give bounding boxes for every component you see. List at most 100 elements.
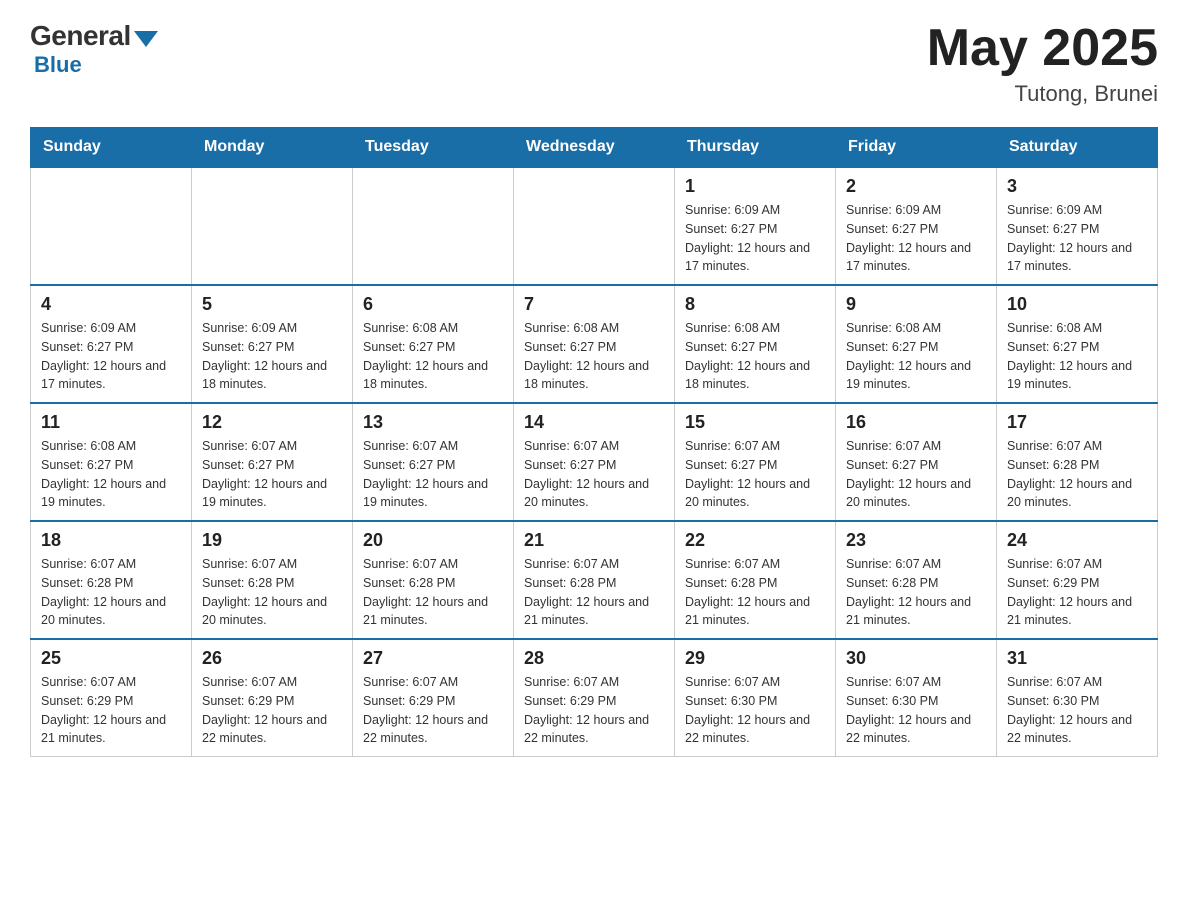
day-info: Sunrise: 6:08 AMSunset: 6:27 PMDaylight:… xyxy=(685,319,825,394)
day-info: Sunrise: 6:07 AMSunset: 6:27 PMDaylight:… xyxy=(524,437,664,512)
calendar-cell-5-1: 25 Sunrise: 6:07 AMSunset: 6:29 PMDayligh… xyxy=(31,639,192,757)
day-info: Sunrise: 6:07 AMSunset: 6:29 PMDaylight:… xyxy=(41,673,181,748)
day-info: Sunrise: 6:07 AMSunset: 6:29 PMDaylight:… xyxy=(1007,555,1147,630)
day-number: 13 xyxy=(363,412,503,433)
day-number: 17 xyxy=(1007,412,1147,433)
location-text: Tutong, Brunei xyxy=(927,81,1158,107)
calendar-cell-1-7: 3Sunrise: 6:09 AMSunset: 6:27 PMDaylight… xyxy=(997,167,1158,285)
calendar-cell-3-7: 17 Sunrise: 6:07 AMSunset: 6:28 PMDayligh… xyxy=(997,403,1158,521)
calendar-cell-1-3 xyxy=(353,167,514,285)
logo-blue-text: Blue xyxy=(34,52,82,78)
day-number: 3 xyxy=(1007,176,1147,197)
calendar-cell-2-1: 4 Sunrise: 6:09 AMSunset: 6:27 PMDaylight… xyxy=(31,285,192,403)
day-number: 2 xyxy=(846,176,986,197)
page-header: General Blue May 2025 Tutong, Brunei xyxy=(30,20,1158,107)
day-info: Sunrise: 6:07 AMSunset: 6:30 PMDaylight:… xyxy=(1007,673,1147,748)
day-info: Sunrise: 6:07 AMSunset: 6:29 PMDaylight:… xyxy=(524,673,664,748)
day-info: Sunrise: 6:09 AMSunset: 6:27 PMDaylight:… xyxy=(846,201,986,276)
calendar-cell-2-6: 9Sunrise: 6:08 AMSunset: 6:27 PMDaylight… xyxy=(836,285,997,403)
day-info: Sunrise: 6:09 AMSunset: 6:27 PMDaylight:… xyxy=(202,319,342,394)
weekday-header-monday: Monday xyxy=(192,128,353,168)
weekday-header-tuesday: Tuesday xyxy=(353,128,514,168)
calendar-week-row-1: 1 Sunrise: 6:09 AMSunset: 6:27 PMDaylight… xyxy=(31,167,1158,285)
weekday-header-saturday: Saturday xyxy=(997,128,1158,168)
calendar-cell-2-3: 6 Sunrise: 6:08 AMSunset: 6:27 PMDaylight… xyxy=(353,285,514,403)
day-number: 24 xyxy=(1007,530,1147,551)
calendar-cell-4-6: 23Sunrise: 6:07 AMSunset: 6:28 PMDayligh… xyxy=(836,521,997,639)
calendar-cell-5-2: 26 Sunrise: 6:07 AMSunset: 6:29 PMDayligh… xyxy=(192,639,353,757)
calendar-cell-3-1: 11 Sunrise: 6:08 AMSunset: 6:27 PMDayligh… xyxy=(31,403,192,521)
day-number: 26 xyxy=(202,648,342,669)
calendar-cell-5-4: 28 Sunrise: 6:07 AMSunset: 6:29 PMDayligh… xyxy=(514,639,675,757)
calendar-cell-3-4: 14 Sunrise: 6:07 AMSunset: 6:27 PMDayligh… xyxy=(514,403,675,521)
day-info: Sunrise: 6:08 AMSunset: 6:27 PMDaylight:… xyxy=(363,319,503,394)
day-info: Sunrise: 6:07 AMSunset: 6:30 PMDaylight:… xyxy=(846,673,986,748)
day-number: 19 xyxy=(202,530,342,551)
calendar-cell-4-7: 24 Sunrise: 6:07 AMSunset: 6:29 PMDayligh… xyxy=(997,521,1158,639)
day-number: 5 xyxy=(202,294,342,315)
calendar-cell-1-4 xyxy=(514,167,675,285)
day-info: Sunrise: 6:07 AMSunset: 6:27 PMDaylight:… xyxy=(363,437,503,512)
calendar-cell-2-4: 7Sunrise: 6:08 AMSunset: 6:27 PMDaylight… xyxy=(514,285,675,403)
day-info: Sunrise: 6:07 AMSunset: 6:29 PMDaylight:… xyxy=(363,673,503,748)
day-number: 12 xyxy=(202,412,342,433)
day-number: 25 xyxy=(41,648,181,669)
calendar-cell-4-3: 20Sunrise: 6:07 AMSunset: 6:28 PMDayligh… xyxy=(353,521,514,639)
day-info: Sunrise: 6:07 AMSunset: 6:28 PMDaylight:… xyxy=(41,555,181,630)
weekday-header-sunday: Sunday xyxy=(31,128,192,168)
calendar-week-row-2: 4 Sunrise: 6:09 AMSunset: 6:27 PMDaylight… xyxy=(31,285,1158,403)
calendar-cell-1-2 xyxy=(192,167,353,285)
calendar-cell-3-5: 15 Sunrise: 6:07 AMSunset: 6:27 PMDayligh… xyxy=(675,403,836,521)
calendar-cell-5-3: 27 Sunrise: 6:07 AMSunset: 6:29 PMDayligh… xyxy=(353,639,514,757)
day-number: 18 xyxy=(41,530,181,551)
day-info: Sunrise: 6:07 AMSunset: 6:28 PMDaylight:… xyxy=(202,555,342,630)
calendar-cell-2-7: 10Sunrise: 6:08 AMSunset: 6:27 PMDayligh… xyxy=(997,285,1158,403)
day-info: Sunrise: 6:07 AMSunset: 6:29 PMDaylight:… xyxy=(202,673,342,748)
day-info: Sunrise: 6:07 AMSunset: 6:28 PMDaylight:… xyxy=(524,555,664,630)
day-info: Sunrise: 6:07 AMSunset: 6:28 PMDaylight:… xyxy=(846,555,986,630)
calendar-cell-3-2: 12Sunrise: 6:07 AMSunset: 6:27 PMDayligh… xyxy=(192,403,353,521)
calendar-cell-1-1 xyxy=(31,167,192,285)
day-info: Sunrise: 6:07 AMSunset: 6:28 PMDaylight:… xyxy=(685,555,825,630)
calendar-cell-2-5: 8 Sunrise: 6:08 AMSunset: 6:27 PMDaylight… xyxy=(675,285,836,403)
logo: General Blue xyxy=(30,20,158,78)
day-number: 22 xyxy=(685,530,825,551)
day-number: 31 xyxy=(1007,648,1147,669)
logo-general-text: General xyxy=(30,20,131,52)
day-number: 30 xyxy=(846,648,986,669)
day-info: Sunrise: 6:08 AMSunset: 6:27 PMDaylight:… xyxy=(524,319,664,394)
calendar-cell-1-5: 1 Sunrise: 6:09 AMSunset: 6:27 PMDaylight… xyxy=(675,167,836,285)
day-info: Sunrise: 6:07 AMSunset: 6:28 PMDaylight:… xyxy=(1007,437,1147,512)
day-info: Sunrise: 6:09 AMSunset: 6:27 PMDaylight:… xyxy=(685,201,825,276)
day-number: 21 xyxy=(524,530,664,551)
day-number: 8 xyxy=(685,294,825,315)
weekday-header-friday: Friday xyxy=(836,128,997,168)
day-number: 11 xyxy=(41,412,181,433)
day-number: 10 xyxy=(1007,294,1147,315)
calendar-cell-3-6: 16 Sunrise: 6:07 AMSunset: 6:27 PMDayligh… xyxy=(836,403,997,521)
day-number: 28 xyxy=(524,648,664,669)
day-number: 15 xyxy=(685,412,825,433)
calendar-table: SundayMondayTuesdayWednesdayThursdayFrid… xyxy=(30,127,1158,757)
day-number: 27 xyxy=(363,648,503,669)
day-number: 29 xyxy=(685,648,825,669)
day-info: Sunrise: 6:08 AMSunset: 6:27 PMDaylight:… xyxy=(41,437,181,512)
weekday-header-row: SundayMondayTuesdayWednesdayThursdayFrid… xyxy=(31,128,1158,168)
title-section: May 2025 Tutong, Brunei xyxy=(927,20,1158,107)
day-number: 6 xyxy=(363,294,503,315)
calendar-cell-4-2: 19 Sunrise: 6:07 AMSunset: 6:28 PMDayligh… xyxy=(192,521,353,639)
calendar-cell-1-6: 2 Sunrise: 6:09 AMSunset: 6:27 PMDaylight… xyxy=(836,167,997,285)
day-number: 1 xyxy=(685,176,825,197)
day-number: 9 xyxy=(846,294,986,315)
day-info: Sunrise: 6:07 AMSunset: 6:30 PMDaylight:… xyxy=(685,673,825,748)
month-year-title: May 2025 xyxy=(927,20,1158,77)
day-number: 14 xyxy=(524,412,664,433)
day-info: Sunrise: 6:07 AMSunset: 6:27 PMDaylight:… xyxy=(846,437,986,512)
day-number: 16 xyxy=(846,412,986,433)
day-info: Sunrise: 6:09 AMSunset: 6:27 PMDaylight:… xyxy=(41,319,181,394)
day-info: Sunrise: 6:07 AMSunset: 6:27 PMDaylight:… xyxy=(685,437,825,512)
weekday-header-thursday: Thursday xyxy=(675,128,836,168)
calendar-cell-5-6: 30 Sunrise: 6:07 AMSunset: 6:30 PMDayligh… xyxy=(836,639,997,757)
day-number: 20 xyxy=(363,530,503,551)
day-number: 4 xyxy=(41,294,181,315)
